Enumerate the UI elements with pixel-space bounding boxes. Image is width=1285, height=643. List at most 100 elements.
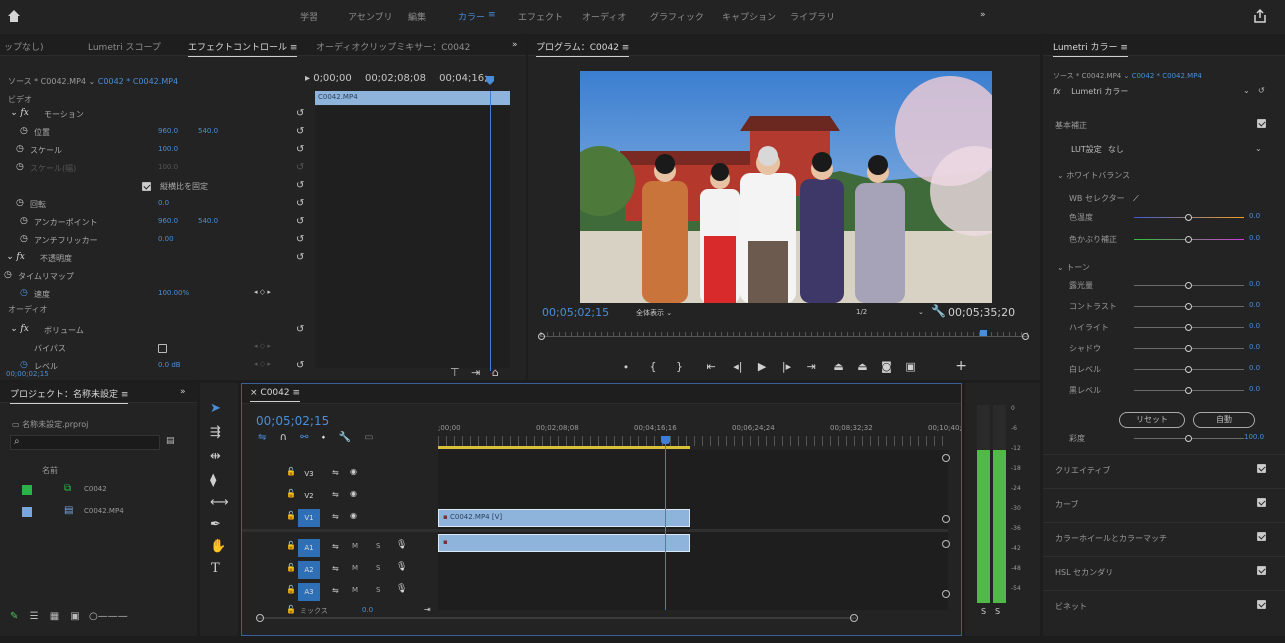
reset-param-icon[interactable]: ↺ [296, 108, 304, 119]
tone-slider[interactable] [1134, 324, 1244, 331]
zoom-slider[interactable]: ○——— [89, 611, 128, 622]
reset-param-icon[interactable]: ↺ [296, 324, 304, 335]
tab-project[interactable]: プロジェクト：名称未設定 ≡ [10, 387, 129, 404]
tone-value[interactable]: 0.0 [1249, 343, 1260, 351]
stopwatch-icon[interactable]: ◷ [20, 216, 28, 226]
stopwatch-icon[interactable]: ◷ [20, 360, 28, 370]
solo-button[interactable]: S [376, 542, 380, 550]
stopwatch-icon[interactable]: ◷ [4, 270, 12, 280]
fit-dropdown[interactable]: 全体表示 ⌄ [636, 308, 672, 318]
tone-knob[interactable] [1185, 324, 1192, 331]
mini-playhead-icon[interactable] [485, 75, 495, 87]
tone-value[interactable]: 0.0 [1249, 280, 1260, 288]
track-lock-icon[interactable]: 🔓 [286, 467, 296, 476]
track-target-V1[interactable]: V1 [298, 509, 320, 527]
reset-param-icon[interactable]: ↺ [296, 180, 304, 191]
tone-value[interactable]: 0.0 [1249, 364, 1260, 372]
reset-param-icon[interactable]: ↺ [296, 126, 304, 137]
timeline-v-scroll-handle-2[interactable] [942, 515, 950, 523]
sync-lock-icon[interactable]: ⇋ [332, 468, 339, 477]
program-timecode[interactable]: 00;05;02;15 [542, 306, 609, 319]
add-marker-icon[interactable]: ⬩ [322, 432, 326, 443]
keyframe-nav[interactable]: ◂ ◇ ▸ [254, 360, 271, 368]
solo-left-button[interactable]: S [981, 607, 986, 616]
tone-slider[interactable] [1134, 345, 1244, 352]
effect-value-2[interactable]: 540.0 [198, 127, 218, 135]
fx-icon[interactable]: ⌄ fx [6, 252, 25, 262]
linked-select-icon[interactable]: ⚯ [300, 432, 308, 443]
reset-param-icon[interactable]: ↺ [296, 198, 304, 209]
more-panels-button[interactable]: » [512, 40, 518, 50]
mix-value[interactable]: 0.0 [362, 606, 373, 614]
solo-button[interactable]: S [376, 564, 380, 572]
tab-lumetri-scopes[interactable]: Lumetri スコープ [88, 40, 161, 53]
basic-correction-header[interactable]: 基本補正 [1055, 120, 1087, 131]
track-target-A1[interactable]: A1 [298, 539, 320, 557]
track-target-A3[interactable]: A3 [298, 583, 320, 601]
selection-tool-icon[interactable]: ➤ [210, 401, 221, 416]
razor-tool-icon[interactable]: ⧫ [210, 473, 216, 488]
tab-audio-clip-mixer[interactable]: オーディオクリップミキサー：C0042 [316, 40, 470, 53]
timeline-timecode[interactable]: 00;05;02;15 [256, 414, 329, 428]
project-name-column[interactable]: 名前 [42, 465, 58, 476]
effect-value-2[interactable]: 540.0 [198, 217, 218, 225]
timeline-settings-icon[interactable]: 🔧 [338, 432, 350, 443]
sync-lock-icon[interactable]: ⇋ [332, 490, 339, 499]
effect-value-1[interactable]: 100.0 [158, 163, 178, 171]
camera-icon[interactable]: ◙ [881, 360, 892, 373]
hand-tool-icon[interactable]: ✋ [210, 539, 226, 554]
pencil-icon[interactable]: ✎ [10, 611, 18, 622]
tone-knob[interactable] [1185, 366, 1192, 373]
track-target-A2[interactable]: A2 [298, 561, 320, 579]
ripple-edit-tool-icon[interactable]: ⇹ [210, 449, 221, 464]
reset-param-icon[interactable]: ↺ [296, 144, 304, 155]
stopwatch-icon[interactable]: ◷ [16, 198, 24, 208]
filter-icon[interactable]: ⊤ [450, 366, 460, 379]
tone-slider[interactable] [1134, 282, 1244, 289]
tone-value[interactable]: 0.0 [1249, 322, 1260, 330]
project-item[interactable]: ⧉ C0042 [0, 481, 197, 501]
tone-slider[interactable] [1134, 387, 1244, 394]
timeline-v-scroll-handle-4[interactable] [942, 590, 950, 598]
tone-knob[interactable] [1185, 387, 1192, 394]
eye-icon[interactable]: ◉ [350, 511, 357, 520]
tone-header[interactable]: ⌄ トーン [1057, 262, 1090, 273]
reset-effect-icon[interactable]: ↺ [1258, 86, 1265, 95]
lut-row[interactable]: LUT設定 なし ⌄ [1071, 144, 1262, 155]
tab-no-clip[interactable]: ップなし) [4, 40, 44, 53]
workspace-tab-8[interactable]: ライブラリ [790, 10, 835, 23]
step-back-icon[interactable]: ◂| [733, 360, 742, 373]
lumetri-section-checkbox[interactable] [1257, 498, 1266, 507]
fx-icon[interactable]: ⌄ fx [10, 108, 29, 118]
effect-value-1[interactable]: 0.0 dB [158, 361, 181, 369]
pen-tool-icon[interactable]: ✒ [210, 517, 221, 532]
tab-lumetri-color[interactable]: Lumetri カラー ≡ [1053, 40, 1128, 57]
go-to-out-icon[interactable]: ⇥ [807, 360, 816, 373]
solo-right-button[interactable]: S [995, 607, 1000, 616]
export-frame-icon[interactable]: ⇥ [471, 366, 480, 379]
export-icon[interactable]: ⌂ [492, 366, 499, 379]
video-clip[interactable]: ▪ C0042.MP4 [V] [438, 509, 690, 527]
audio-clip[interactable]: ▪ [438, 534, 690, 552]
fx-icon[interactable]: ⌄ fx [10, 324, 29, 334]
saturation-slider[interactable] [1134, 435, 1244, 442]
effect-value-1[interactable]: 960.0 [158, 127, 178, 135]
keyframe-nav[interactable]: ◂ ◇ ▸ [254, 288, 271, 296]
effect-value-1[interactable]: 0.0 [158, 199, 169, 207]
timeline-playhead-head[interactable] [661, 436, 670, 444]
workspace-tab-1[interactable]: アセンブリ [348, 10, 393, 23]
share-icon[interactable] [1252, 8, 1268, 24]
tint-slider[interactable] [1134, 236, 1244, 243]
basic-correction-checkbox[interactable] [1257, 119, 1266, 128]
tone-knob[interactable] [1185, 282, 1192, 289]
lumetri-source-clip[interactable]: C0042 * C0042.MP4 [1132, 72, 1202, 80]
lumetri-section-checkbox[interactable] [1257, 532, 1266, 541]
tab-program[interactable]: プログラム：C0042 ≡ [536, 40, 630, 57]
compare-view-icon[interactable]: ▣ [905, 360, 915, 373]
sync-lock-icon[interactable]: ⇋ [332, 542, 339, 551]
track-lock-icon[interactable]: 🔓 [286, 511, 296, 520]
uniform-scale-checkbox[interactable] [142, 182, 151, 191]
sync-lock-icon[interactable]: ⇋ [332, 586, 339, 595]
track-target-V2[interactable]: V2 [298, 487, 320, 505]
freeform-view-icon[interactable]: ▣ [70, 611, 79, 622]
